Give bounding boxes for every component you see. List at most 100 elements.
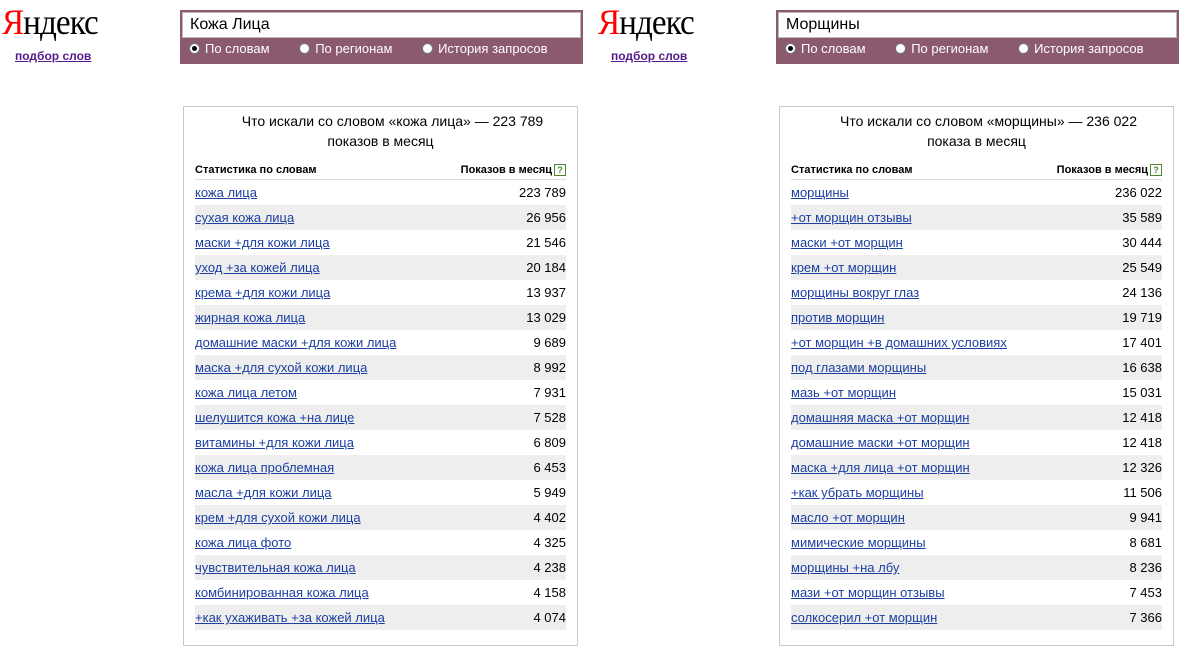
heading-line-2: показа в месяц — [927, 133, 1026, 149]
query-link[interactable]: шелушится кожа +на лице — [195, 410, 354, 425]
query-link[interactable]: масло +от морщин — [791, 510, 905, 525]
shows-count: 236 022 — [1115, 185, 1162, 200]
radio-by-words[interactable]: По словам — [785, 41, 866, 56]
query-link[interactable]: +от морщин отзывы — [791, 210, 912, 225]
query-link[interactable]: морщины вокруг глаз — [791, 285, 919, 300]
search-input[interactable]: Морщины — [778, 12, 1177, 38]
table-header: Статистика по словам Показов в месяц? — [195, 163, 566, 180]
logo-letter: Я — [598, 2, 620, 42]
table-row: мимические морщины 8 681 — [791, 530, 1162, 555]
radio-by-regions[interactable]: По регионам — [895, 41, 988, 56]
query-link[interactable]: +как ухаживать +за кожей лица — [195, 610, 385, 625]
query-link[interactable]: уход +за кожей лица — [195, 260, 320, 275]
table-row: кожа лица проблемная 6 453 — [195, 455, 566, 480]
table-row: чувствительная кожа лица 4 238 — [195, 555, 566, 580]
table-row: сухая кожа лица 26 956 — [195, 205, 566, 230]
results-heading: Что искали со словом «морщины» — 236 022… — [780, 111, 1173, 151]
query-link[interactable]: морщины — [791, 185, 849, 200]
search-mode-radios: По словам По регионам История запросов — [785, 41, 1170, 61]
results-table: кожа лица 223 789 сухая кожа лица 26 956 мас… — [195, 180, 566, 630]
shows-count: 25 549 — [1122, 260, 1162, 275]
shows-count: 4 238 — [533, 560, 566, 575]
wordstat-link[interactable]: подбор слов — [611, 49, 687, 63]
table-row: домашняя маска +от морщин 12 418 — [791, 405, 1162, 430]
shows-count: 4 074 — [533, 610, 566, 625]
query-link[interactable]: чувствительная кожа лица — [195, 560, 356, 575]
table-row: уход +за кожей лица 20 184 — [195, 255, 566, 280]
search-bar: Морщины По словам По регионам История за… — [776, 10, 1179, 64]
table-row: мазь +от морщин 15 031 — [791, 380, 1162, 405]
table-row: домашние маски +для кожи лица 9 689 — [195, 330, 566, 355]
shows-count: 5 949 — [533, 485, 566, 500]
search-bar: Кожа Лица По словам По регионам История … — [180, 10, 583, 64]
column-header-shows-label: Показов в месяц — [460, 164, 552, 176]
help-icon[interactable]: ? — [1150, 164, 1162, 177]
query-link[interactable]: под глазами морщины — [791, 360, 926, 375]
table-row: шелушится кожа +на лице 7 528 — [195, 405, 566, 430]
shows-count: 13 937 — [526, 285, 566, 300]
results-table: морщины 236 022 +от морщин отзывы 35 589 мас… — [791, 180, 1162, 630]
radio-by-words[interactable]: По словам — [189, 41, 270, 56]
query-link[interactable]: мазь +от морщин — [791, 385, 896, 400]
table-row: крем +от морщин 25 549 — [791, 255, 1162, 280]
table-row: +от морщин отзывы 35 589 — [791, 205, 1162, 230]
yandex-logo[interactable]: Яндекс — [2, 2, 99, 42]
query-link[interactable]: кожа лица фото — [195, 535, 291, 550]
wordstat-link[interactable]: подбор слов — [15, 49, 91, 63]
table-row: против морщин 19 719 — [791, 305, 1162, 330]
column-header-shows: Показов в месяц? — [460, 164, 566, 177]
query-link[interactable]: против морщин — [791, 310, 884, 325]
query-link[interactable]: маска +для сухой кожи лица — [195, 360, 367, 375]
shows-count: 12 326 — [1122, 460, 1162, 475]
radio-unchecked-icon — [895, 43, 907, 54]
logo-letter: Я — [2, 2, 24, 42]
table-row: +как ухаживать +за кожей лица 4 074 — [195, 605, 566, 630]
query-link[interactable]: морщины +на лбу — [791, 560, 899, 575]
query-link[interactable]: солкосерил +от морщин — [791, 610, 937, 625]
query-link[interactable]: маска +для лица +от морщин — [791, 460, 970, 475]
query-link[interactable]: жирная кожа лица — [195, 310, 305, 325]
radio-checked-icon — [785, 43, 796, 54]
query-link[interactable]: крем +для сухой кожи лица — [195, 510, 361, 525]
left-pane: Яндекс подбор слов Кожа Лица По словам П… — [0, 0, 590, 646]
table-row: кожа лица фото 4 325 — [195, 530, 566, 555]
query-link[interactable]: домашняя маска +от морщин — [791, 410, 969, 425]
query-link[interactable]: сухая кожа лица — [195, 210, 294, 225]
radio-unchecked-icon — [422, 43, 434, 54]
shows-count: 4 325 — [533, 535, 566, 550]
query-link[interactable]: мази +от морщин отзывы — [791, 585, 945, 600]
query-link[interactable]: +от морщин +в домашних условиях — [791, 335, 1007, 350]
query-link[interactable]: комбинированная кожа лица — [195, 585, 369, 600]
shows-count: 8 992 — [533, 360, 566, 375]
query-link[interactable]: кожа лица — [195, 185, 257, 200]
radio-history[interactable]: История запросов — [1018, 41, 1144, 56]
table-row: морщины вокруг глаз 24 136 — [791, 280, 1162, 305]
query-link[interactable]: домашние маски +для кожи лица — [195, 335, 396, 350]
shows-count: 26 956 — [526, 210, 566, 225]
search-input[interactable]: Кожа Лица — [182, 12, 581, 38]
column-header-words: Статистика по словам — [791, 164, 913, 176]
radio-by-regions[interactable]: По регионам — [299, 41, 392, 56]
query-link[interactable]: масла +для кожи лица — [195, 485, 332, 500]
results-panel: Что искали со словом «кожа лица» — 223 7… — [183, 106, 578, 646]
query-link[interactable]: домашние маски +от морщин — [791, 435, 970, 450]
shows-count: 24 136 — [1122, 285, 1162, 300]
query-link[interactable]: мимические морщины — [791, 535, 926, 550]
radio-history[interactable]: История запросов — [422, 41, 548, 56]
radio-checked-icon — [189, 43, 200, 54]
query-link[interactable]: кожа лица проблемная — [195, 460, 334, 475]
table-row: солкосерил +от морщин 7 366 — [791, 605, 1162, 630]
query-link[interactable]: крема +для кожи лица — [195, 285, 330, 300]
query-link[interactable]: крем +от морщин — [791, 260, 896, 275]
query-link[interactable]: +как убрать морщины — [791, 485, 924, 500]
query-link[interactable]: кожа лица летом — [195, 385, 297, 400]
query-link[interactable]: маски +для кожи лица — [195, 235, 330, 250]
query-link[interactable]: витамины +для кожи лица — [195, 435, 354, 450]
table-row: маска +для сухой кожи лица 8 992 — [195, 355, 566, 380]
yandex-logo[interactable]: Яндекс — [598, 2, 695, 42]
table-row: масла +для кожи лица 5 949 — [195, 480, 566, 505]
shows-count: 9 689 — [533, 335, 566, 350]
query-link[interactable]: маски +от морщин — [791, 235, 903, 250]
help-icon[interactable]: ? — [554, 164, 566, 177]
table-row: +от морщин +в домашних условиях 17 401 — [791, 330, 1162, 355]
